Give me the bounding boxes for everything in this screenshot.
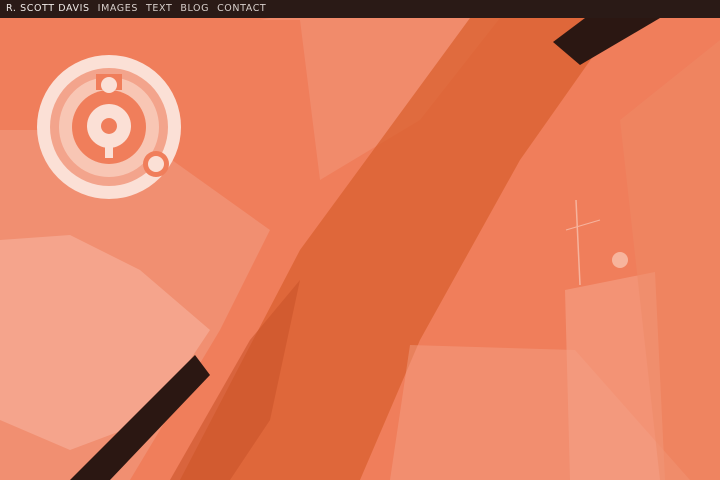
nav-text[interactable]: TEXT xyxy=(146,0,172,18)
site-brand-link[interactable]: R. SCOTT DAVIS xyxy=(6,0,90,18)
top-navigation-bar: R. SCOTT DAVIS IMAGES TEXT BLOG CONTACT xyxy=(0,0,720,18)
circular-monogram-logo-icon[interactable] xyxy=(36,54,182,200)
nav-contact[interactable]: CONTACT xyxy=(217,0,266,18)
page: R. SCOTT DAVIS IMAGES TEXT BLOG CONTACT xyxy=(0,0,720,480)
logo-corner-dot xyxy=(148,156,164,172)
logo-top-dot xyxy=(101,77,117,93)
bg-antenna-ball xyxy=(612,252,628,268)
nav-blog[interactable]: BLOG xyxy=(180,0,209,18)
logo-letter-stem xyxy=(105,138,113,158)
nav-images[interactable]: IMAGES xyxy=(98,0,138,18)
